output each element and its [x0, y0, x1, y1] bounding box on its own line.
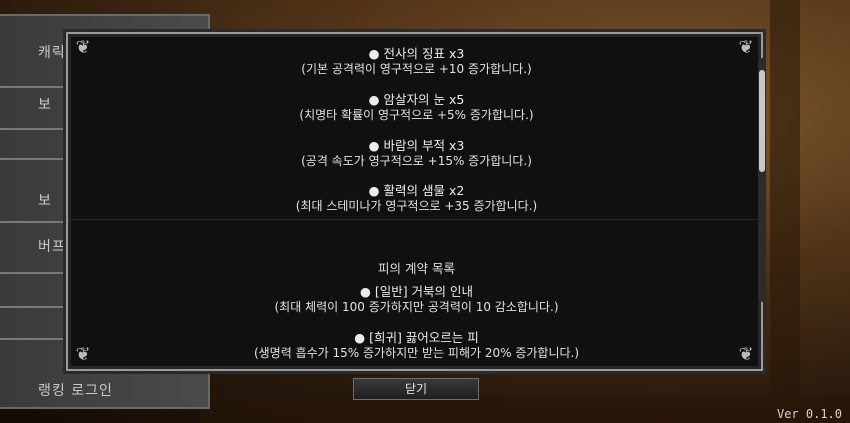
background-floor	[200, 395, 850, 423]
entry-title: ● 활력의 샘물 x2	[368, 183, 465, 198]
list-item: ● 전사의 징표 x3 (기본 공격력이 영구적으로 +10 증가합니다.)	[68, 46, 765, 77]
list-item: ● 암살자의 눈 x5 (치명타 확률이 영구적으로 +5% 증가합니다.)	[68, 92, 765, 123]
entry-title: ● [일반] 거북의 인내	[359, 284, 474, 299]
entry-desc: (생명력 흡수가 15% 증가하지만 받는 피해가 20% 증가합니다.)	[253, 346, 580, 360]
entry-desc: (기본 공격력이 영구적으로 +10 증가합니다.)	[301, 62, 532, 76]
scroll-thumb[interactable]	[759, 70, 765, 172]
background-beam	[770, 0, 800, 423]
list-item: ● 바람의 부적 x3 (공격 속도가 영구적으로 +15% 증가합니다.)	[68, 138, 765, 169]
entry-title: ● 전사의 징표 x3	[368, 46, 465, 61]
entry-desc: (치명타 확률이 영구적으로 +5% 증가합니다.)	[299, 108, 534, 122]
entry-title: ● 바람의 부적 x3	[368, 138, 465, 153]
entry-desc: (최대 스테미나가 영구적으로 +35 증가합니다.)	[295, 199, 538, 213]
list-item: ● [희귀] 끓어오르는 피 (생명력 흡수가 15% 증가하지만 받는 피해가…	[68, 330, 765, 361]
info-panel: ❦ ❦ ❦ ❦ ● 전사의 징표 x3 (기본 공격력이 영구적으로 +10 증…	[66, 32, 763, 371]
divider	[68, 219, 761, 220]
section-title: 피의 계약 목록	[378, 261, 455, 276]
list-item: ● [일반] 거북의 인내 (최대 체력이 100 증가하지만 공격력이 10 …	[68, 284, 765, 315]
entry-title: ● 암살자의 눈 x5	[368, 92, 465, 107]
close-button[interactable]: 닫기	[353, 378, 479, 400]
entry-desc: (최대 체력이 100 증가하지만 공격력이 10 감소합니다.)	[274, 300, 559, 314]
entry-title: ● [희귀] 끓어오르는 피	[354, 330, 479, 345]
entry-desc: (공격 속도가 영구적으로 +15% 증가합니다.)	[301, 154, 532, 168]
scrollbar[interactable]	[758, 58, 766, 302]
list-item: ● 활력의 샘물 x2 (최대 스테미나가 영구적으로 +35 증가합니다.)	[68, 183, 765, 214]
version-label: Ver 0.1.0	[776, 407, 842, 421]
